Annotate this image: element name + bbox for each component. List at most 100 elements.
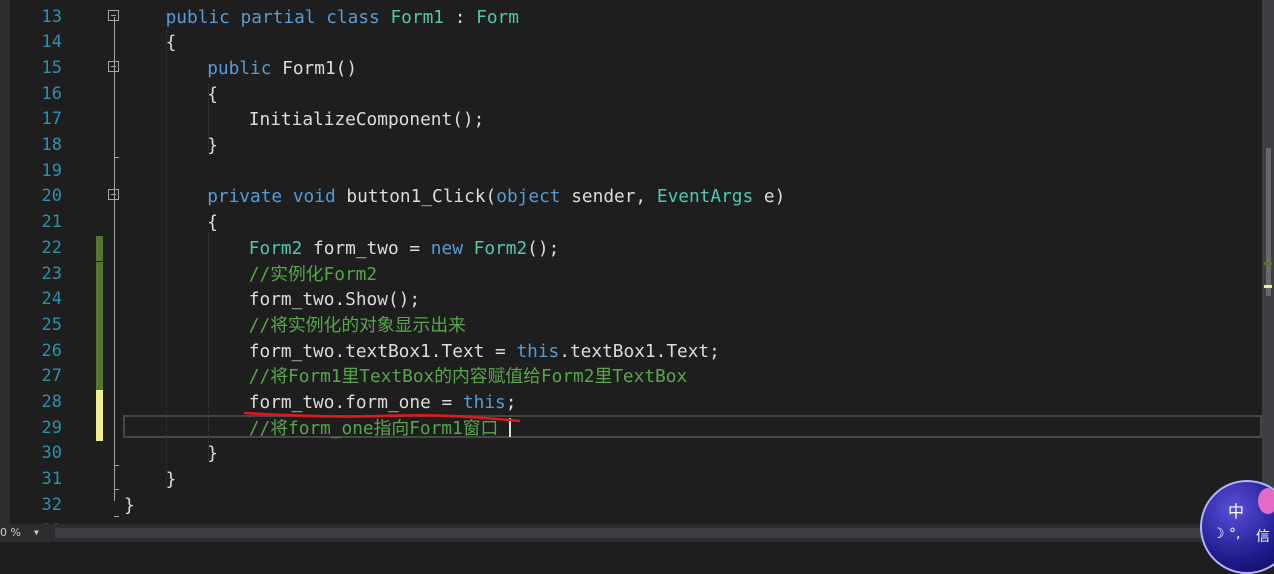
code-line[interactable]: 16{ bbox=[10, 82, 1262, 108]
code-editor[interactable]: 13 public partial class Form1 : Form 14 {15… bbox=[10, 0, 1262, 524]
keyword-token: void bbox=[292, 186, 336, 208]
type-token: Form bbox=[476, 6, 519, 28]
unsaved-change-marker bbox=[96, 415, 103, 442]
code-text: } bbox=[166, 467, 177, 493]
ime-mode-label: 中 bbox=[1228, 502, 1245, 521]
comment-token: //将实例化的对象显示出来 bbox=[248, 314, 466, 336]
ime-partial-text: 信 bbox=[1256, 529, 1270, 545]
code-line[interactable]: 31} bbox=[10, 467, 1262, 493]
fold-end-tick bbox=[114, 157, 119, 158]
code-token: button1_Click( bbox=[335, 186, 497, 208]
code-line[interactable]: 19 bbox=[10, 159, 1262, 185]
keyword-token: this bbox=[462, 392, 506, 413]
saved-change-marker bbox=[96, 261, 103, 288]
line-number: 28 bbox=[41, 392, 62, 412]
code-line[interactable]: 23 //实例化Form2 bbox=[10, 261, 1262, 288]
code-line[interactable]: 32} bbox=[10, 493, 1262, 519]
line-number: 16 bbox=[41, 83, 62, 104]
zoom-level[interactable]: 0 % bbox=[0, 524, 21, 542]
scrollbar-change-marker bbox=[1264, 285, 1272, 288]
code-line[interactable]: 27 //将Form1里TextBox的内容赋值给Form2里TextBox bbox=[10, 364, 1262, 390]
line-number: 27 bbox=[41, 366, 62, 387]
code-text: InitializeComponent(); bbox=[249, 107, 485, 133]
code-text: //将form_one指向Form1窗口 bbox=[249, 416, 499, 442]
line-number: 24 bbox=[41, 289, 62, 310]
code-text: form_two.textBox1.Text = this.textBox1.T… bbox=[249, 339, 720, 365]
horizontal-scrollbar-thumb[interactable] bbox=[55, 528, 1205, 538]
code-token: Form1() bbox=[271, 57, 358, 79]
type-token: Form2 bbox=[248, 237, 303, 259]
line-number: 18 bbox=[41, 135, 62, 155]
saved-change-marker bbox=[96, 338, 103, 365]
code-token: form_two.Show(); bbox=[248, 289, 421, 311]
fold-guide bbox=[114, 74, 115, 150]
line-number: 15 bbox=[41, 57, 62, 78]
line-number: 19 bbox=[41, 160, 62, 181]
keyword-token: class bbox=[326, 6, 380, 28]
chevron-down-icon[interactable]: ▼ bbox=[34, 524, 39, 542]
code-line[interactable]: 22 Form2 form_two = new Form2(); bbox=[10, 235, 1262, 262]
type-token: Form1 bbox=[390, 6, 444, 28]
saved-change-marker bbox=[96, 287, 103, 313]
code-token: form_two.textBox1.Text = bbox=[248, 340, 517, 362]
left-margin bbox=[0, 0, 10, 524]
code-line[interactable]: 13 public partial class Form1 : Form bbox=[10, 5, 1262, 31]
keyword-token: this bbox=[516, 340, 560, 362]
line-number: 20 bbox=[41, 186, 62, 207]
code-line[interactable]: 14 { bbox=[10, 30, 1262, 56]
code-line[interactable]: 18} bbox=[10, 133, 1262, 159]
fold-guide bbox=[114, 201, 115, 460]
keyword-token: new bbox=[430, 237, 463, 259]
code-line[interactable]: 25 //将实例化的对象显示出来 bbox=[10, 312, 1262, 339]
code-text: private void button1_Click(object sender… bbox=[207, 184, 785, 210]
line-number: 13 bbox=[41, 6, 62, 27]
code-token: ; bbox=[505, 392, 517, 413]
scrollbar-change-marker bbox=[1264, 262, 1272, 265]
code-token: InitializeComponent(); bbox=[248, 109, 485, 131]
saved-change-marker bbox=[96, 312, 103, 339]
code-text: } bbox=[124, 493, 135, 519]
code-text: form_two.Show(); bbox=[249, 287, 420, 313]
code-line[interactable]: 17 InitializeComponent(); bbox=[10, 107, 1262, 133]
code-line[interactable]: 26 form_two.textBox1.Text = this.textBox1… bbox=[10, 338, 1262, 365]
code-token: } bbox=[165, 469, 177, 491]
code-text: { bbox=[166, 30, 177, 56]
line-number: 21 bbox=[41, 212, 62, 233]
code-line[interactable]: 15 public Form1() bbox=[10, 56, 1262, 82]
type-token: EventArgs bbox=[656, 186, 754, 208]
line-number: 30 bbox=[41, 443, 62, 464]
ime-punct-indicator: ☽ °, bbox=[1212, 526, 1241, 542]
code-text: public Form1() bbox=[207, 56, 357, 82]
type-token: Form2 bbox=[473, 237, 528, 259]
line-number: 14 bbox=[41, 32, 62, 53]
comment-token: //实例化Form2 bbox=[248, 263, 378, 285]
code-text: //实例化Form2 bbox=[249, 262, 377, 288]
code-token: (); bbox=[527, 237, 560, 259]
code-text: Form2 form_two = new Form2(); bbox=[249, 236, 560, 262]
code-line[interactable]: 24 form_two.Show(); bbox=[10, 287, 1262, 313]
ime-badge-ornament bbox=[1258, 488, 1274, 514]
keyword-token: object bbox=[496, 186, 561, 208]
indent-guide bbox=[208, 84, 209, 150]
comment-token: //将form_one指向Form1窗口 bbox=[248, 417, 499, 439]
saved-change-marker bbox=[96, 235, 103, 262]
line-number: 26 bbox=[41, 340, 62, 361]
vertical-scrollbar-thumb[interactable] bbox=[1266, 148, 1271, 296]
code-token: { bbox=[165, 32, 177, 54]
line-number: 23 bbox=[41, 263, 62, 284]
code-token: .textBox1.Text; bbox=[559, 340, 720, 362]
code-line[interactable]: 28 form_two.form_one = this; bbox=[10, 390, 1262, 416]
code-line[interactable]: 21 { bbox=[10, 210, 1262, 236]
code-token: form_two = bbox=[302, 237, 431, 259]
indent-guide bbox=[208, 232, 209, 460]
code-line[interactable]: 20 private void button1_Click(object send… bbox=[10, 184, 1262, 210]
code-line[interactable]: 29 //将form_one指向Form1窗口 bbox=[10, 415, 1262, 442]
code-text: form_two.form_one = this; bbox=[249, 390, 517, 416]
line-number: 25 bbox=[41, 314, 62, 335]
code-line[interactable]: 30} bbox=[10, 441, 1262, 467]
line-number: 17 bbox=[41, 109, 62, 130]
